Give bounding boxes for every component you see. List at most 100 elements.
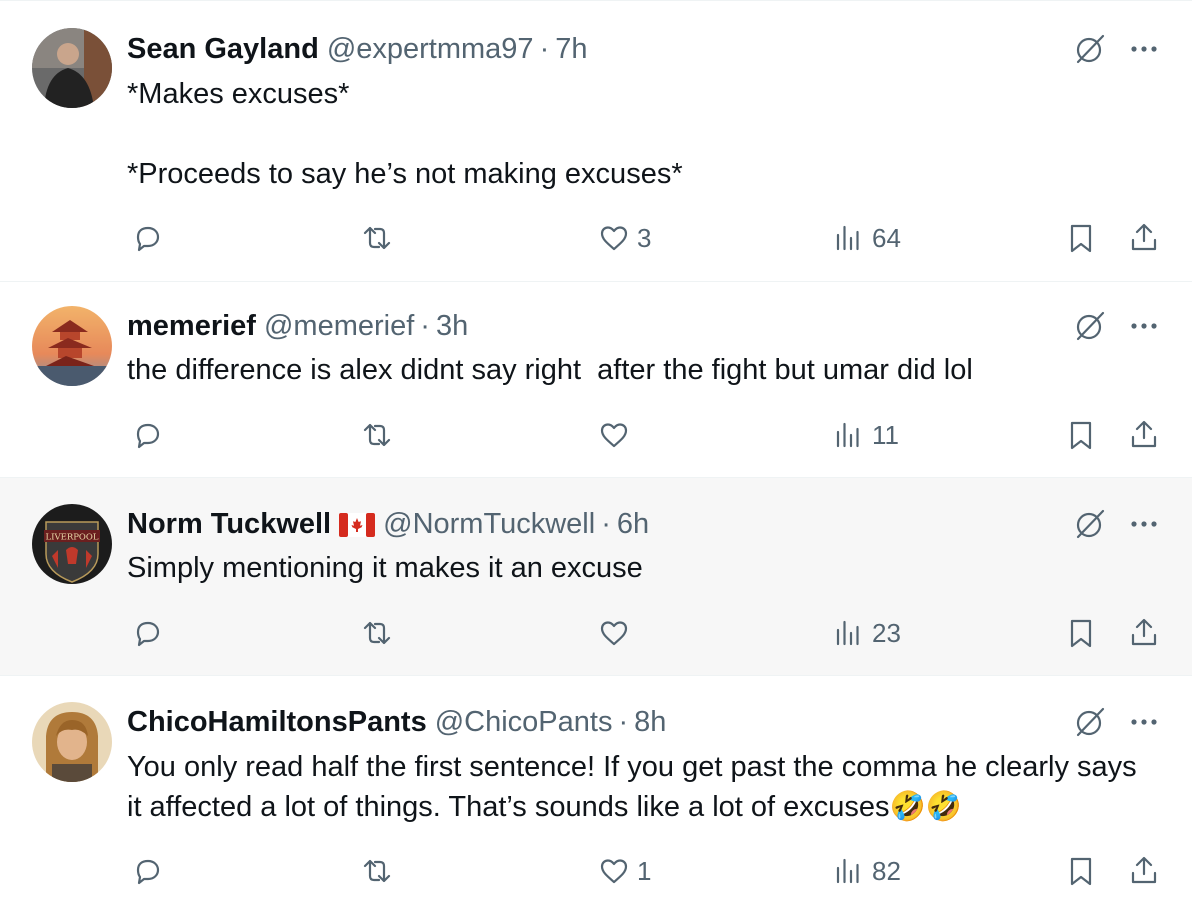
author-handle[interactable]: @memerief <box>264 310 414 343</box>
timestamp[interactable]: 6h <box>617 508 649 541</box>
author-name[interactable]: ChicoHamiltonsPants <box>127 706 427 739</box>
views-button[interactable]: 64 <box>832 218 901 258</box>
more-icon[interactable] <box>1126 712 1162 732</box>
tweet[interactable]: Sean Gayland @expertmma97 · 7h *Makes ex… <box>0 0 1192 282</box>
reply-button[interactable] <box>130 613 170 653</box>
bookmark-button[interactable] <box>1064 415 1098 455</box>
view-count: 82 <box>872 855 901 886</box>
bookmark-button[interactable] <box>1064 613 1098 653</box>
views-icon <box>836 620 859 646</box>
reply-icon <box>136 423 160 449</box>
timestamp[interactable]: 7h <box>555 33 587 66</box>
reply-feed: Sean Gayland @expertmma97 · 7h *Makes ex… <box>0 0 1192 904</box>
view-count: 23 <box>872 617 901 648</box>
tweet-header: ChicoHamiltonsPants @ChicoPants · 8h <box>127 704 666 740</box>
views-button[interactable]: 23 <box>832 613 901 653</box>
like-button[interactable] <box>597 415 637 455</box>
views-icon <box>836 422 859 448</box>
repost-icon <box>363 226 391 250</box>
tweet[interactable]: LIVERPOOL Norm Tuckwell @NormTuckwell · … <box>0 478 1192 676</box>
tweet-text: Simply mentioning it makes it an excuse <box>127 552 643 584</box>
like-icon <box>600 423 628 448</box>
reply-icon <box>136 226 160 252</box>
share-button[interactable] <box>1127 415 1161 455</box>
avatar[interactable] <box>32 306 112 386</box>
views-button[interactable]: 82 <box>832 851 901 891</box>
separator: · <box>618 705 629 738</box>
grok-icon[interactable] <box>1072 308 1108 344</box>
grok-icon[interactable] <box>1072 31 1108 67</box>
author-name[interactable]: memerief <box>127 310 256 343</box>
share-icon <box>1131 618 1157 646</box>
repost-icon <box>363 859 391 883</box>
author-handle[interactable]: @expertmma97 <box>327 33 534 66</box>
tweet-text: *Makes excuses* *Proceeds to say he’s no… <box>127 78 683 190</box>
tweet-header: Norm Tuckwell @NormTuckwell · 6h <box>127 506 649 542</box>
share-button[interactable] <box>1127 851 1161 891</box>
repost-button[interactable] <box>360 851 400 891</box>
tweet-text: the difference is alex didnt say right a… <box>127 354 973 386</box>
grok-icon[interactable] <box>1072 506 1108 542</box>
reply-button[interactable] <box>130 218 170 258</box>
author-handle[interactable]: @ChicoPants <box>435 706 613 739</box>
share-button[interactable] <box>1127 613 1161 653</box>
more-icon[interactable] <box>1126 39 1162 59</box>
like-icon <box>600 621 628 646</box>
repost-button[interactable] <box>360 415 400 455</box>
bookmark-icon <box>1070 857 1092 886</box>
views-icon <box>836 858 859 884</box>
action-bar: 11 <box>0 415 1192 455</box>
more-icon[interactable] <box>1126 316 1162 336</box>
repost-button[interactable] <box>360 613 400 653</box>
tweet-text: You only read half the first sentence! I… <box>127 751 1145 823</box>
reply-icon <box>136 859 160 885</box>
avatar[interactable] <box>32 28 112 108</box>
share-icon <box>1131 223 1157 251</box>
tweet-header: memerief @memerief · 3h <box>127 308 468 344</box>
reply-icon <box>136 621 160 647</box>
author-handle[interactable]: @NormTuckwell <box>383 508 595 541</box>
separator: · <box>420 309 430 342</box>
like-count: 1 <box>637 855 652 886</box>
separator: · <box>601 507 611 540</box>
tweet[interactable]: memerief @memerief · 3h the difference i… <box>0 282 1192 478</box>
reply-button[interactable] <box>130 415 170 455</box>
separator: · <box>539 32 550 65</box>
action-bar: 1 82 <box>0 851 1192 891</box>
bookmark-icon <box>1070 421 1092 450</box>
repost-icon <box>363 423 391 447</box>
views-icon <box>836 225 859 251</box>
bookmark-icon <box>1070 619 1092 648</box>
share-icon <box>1131 420 1157 448</box>
bookmark-button[interactable] <box>1064 851 1098 891</box>
like-button[interactable] <box>597 613 637 653</box>
views-button[interactable]: 11 <box>832 415 899 455</box>
bookmark-icon <box>1070 224 1092 253</box>
more-icon[interactable] <box>1126 514 1162 534</box>
timestamp[interactable]: 3h <box>436 310 468 343</box>
like-button[interactable]: 3 <box>597 218 651 258</box>
action-bar: 23 <box>0 613 1192 653</box>
share-button[interactable] <box>1127 218 1161 258</box>
reply-button[interactable] <box>130 851 170 891</box>
repost-button[interactable] <box>360 218 400 258</box>
avatar[interactable]: LIVERPOOL <box>32 504 112 584</box>
avatar[interactable] <box>32 702 112 782</box>
author-name[interactable]: Sean Gayland <box>127 33 319 66</box>
tweet[interactable]: ChicoHamiltonsPants @ChicoPants · 8h You… <box>0 676 1192 904</box>
view-count: 11 <box>872 419 899 450</box>
tweet-header: Sean Gayland @expertmma97 · 7h <box>127 31 588 67</box>
bookmark-button[interactable] <box>1064 218 1098 258</box>
like-icon <box>600 226 628 251</box>
like-count: 3 <box>637 222 652 253</box>
repost-icon <box>363 621 391 645</box>
like-icon <box>600 859 628 884</box>
like-button[interactable]: 1 <box>597 851 651 891</box>
grok-icon[interactable] <box>1072 704 1108 740</box>
action-bar: 3 64 <box>0 218 1192 258</box>
view-count: 64 <box>872 222 901 253</box>
author-name[interactable]: Norm Tuckwell <box>127 508 331 541</box>
crest-text: LIVERPOOL <box>45 533 98 543</box>
share-icon <box>1131 856 1157 884</box>
timestamp[interactable]: 8h <box>634 706 666 739</box>
